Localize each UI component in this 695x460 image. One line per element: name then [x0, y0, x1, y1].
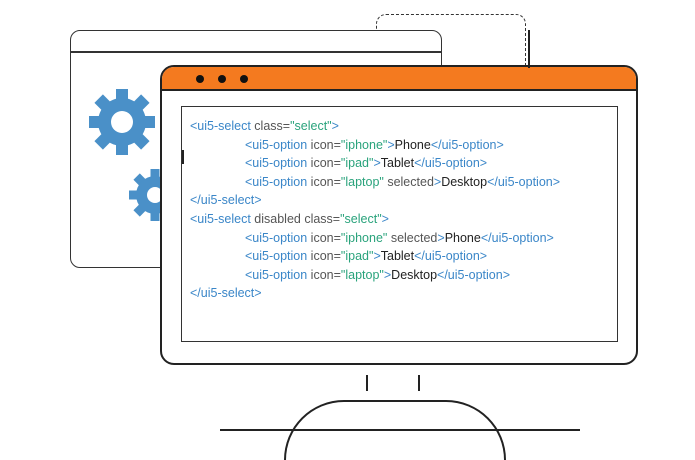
code-token: disabled class= — [250, 211, 341, 226]
code-token: Phone — [394, 137, 431, 152]
code-token: <ui5-option — [245, 267, 308, 282]
code-token: "laptop" — [340, 174, 384, 189]
code-token: Phone — [444, 230, 481, 245]
gear-icon — [89, 89, 155, 155]
code-token: <ui5-option — [245, 156, 308, 171]
code-token: <ui5-option — [245, 230, 308, 245]
code-line: <ui5-option icon="ipad">Tablet</ui5-opti… — [190, 247, 560, 266]
code-token: <ui5-select — [190, 211, 251, 226]
code-token: "iphone" — [340, 230, 388, 245]
code-token: icon= — [307, 267, 341, 282]
code-line: <ui5-option icon="laptop" selected>Deskt… — [190, 173, 560, 192]
monitor-titlebar — [162, 67, 636, 91]
code-line: <ui5-option icon="iphone">Phone</ui5-opt… — [190, 136, 560, 155]
settings-window-titlebar — [71, 51, 441, 53]
window-dot-icon — [196, 75, 204, 83]
code-token: </ui5-option> — [414, 249, 488, 264]
code-token: > — [373, 156, 381, 171]
code-token: </ui5-option> — [430, 137, 504, 152]
code-token: "select" — [290, 119, 332, 133]
monitor-neck — [418, 375, 420, 391]
window-dot-icon — [240, 75, 248, 83]
code-token: > — [381, 211, 389, 226]
code-token: </ui5-select> — [190, 286, 262, 301]
code-token: > — [331, 119, 339, 133]
code-token: </ui5-option> — [480, 230, 554, 245]
code-token: "laptop" — [340, 267, 384, 282]
code-token: <ui5-option — [245, 174, 308, 189]
decoration-stroke — [182, 150, 184, 164]
code-token: > — [387, 137, 395, 152]
code-line: <ui5-option icon="ipad">Tablet</ui5-opti… — [190, 154, 560, 173]
code-token: "select" — [340, 211, 382, 226]
decoration-stroke — [528, 30, 530, 68]
code-line: <ui5-select class="select"> — [190, 117, 560, 136]
code-token: Tablet — [380, 249, 415, 264]
code-token: icon= — [307, 137, 341, 152]
decoration-stroke — [636, 262, 638, 280]
code-token: icon= — [307, 230, 341, 245]
window-dot-icon — [218, 75, 226, 83]
code-snippet: <ui5-select class="select"> <ui5-option i… — [190, 117, 560, 303]
code-token: <ui5-option — [245, 249, 308, 264]
code-token: "iphone" — [340, 137, 388, 152]
code-line: </ui5-select> — [190, 191, 560, 210]
code-token: > — [373, 249, 381, 264]
code-token: "ipad" — [340, 249, 374, 264]
code-token: <ui5-select — [190, 119, 251, 133]
code-line: <ui5-option icon="iphone" selected>Phone… — [190, 229, 560, 248]
code-token: class= — [250, 119, 291, 133]
code-line: <ui5-option icon="laptop">Desktop</ui5-o… — [190, 266, 560, 285]
code-token: <ui5-option — [245, 137, 308, 152]
code-line: </ui5-select> — [190, 284, 560, 303]
code-token: icon= — [307, 174, 341, 189]
code-token: icon= — [307, 249, 341, 264]
code-token: "ipad" — [340, 156, 374, 171]
code-token: selected — [387, 230, 438, 245]
code-token: Desktop — [441, 174, 488, 189]
decoration-stroke — [636, 210, 638, 250]
floor-line — [220, 429, 580, 431]
gear-icon — [129, 169, 165, 221]
code-token: </ui5-select> — [190, 193, 262, 208]
code-token: Desktop — [391, 267, 438, 282]
code-token: </ui5-option> — [487, 174, 561, 189]
monitor-neck — [366, 375, 368, 391]
code-token: icon= — [307, 156, 341, 171]
code-token: Tablet — [380, 156, 415, 171]
code-token: > — [437, 230, 445, 245]
code-token: selected — [383, 174, 434, 189]
code-token: </ui5-option> — [437, 267, 511, 282]
code-line: <ui5-select disabled class="select"> — [190, 210, 560, 229]
code-token: </ui5-option> — [414, 156, 488, 171]
